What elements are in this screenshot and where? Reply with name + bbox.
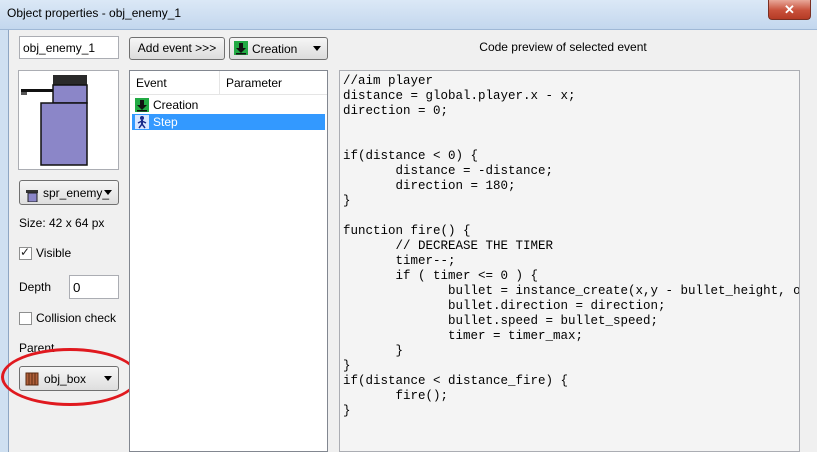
check-mark-icon: ✓ (20, 245, 31, 259)
creation-arrow-icon (135, 98, 149, 112)
enemy-sprite-image (21, 75, 88, 166)
event-row-step[interactable]: Step (132, 114, 325, 130)
event-list[interactable]: Event Parameter Creation Step (129, 70, 328, 452)
collision-checkbox[interactable] (19, 312, 32, 325)
event-row-label: Step (153, 115, 178, 129)
chevron-down-icon (313, 46, 321, 51)
creation-arrow-icon (234, 41, 248, 55)
event-type-dropdown[interactable]: Creation (229, 37, 328, 60)
chevron-down-icon (104, 376, 112, 381)
column-divider[interactable] (219, 71, 220, 95)
title-bar: Object properties - obj_enemy_1 ✕ (0, 0, 817, 30)
collision-label: Collision check (36, 311, 117, 325)
box-object-icon (25, 372, 39, 386)
code-preview-title: Code preview of selected event (479, 40, 647, 54)
sprite-dropdown[interactable]: spr_enemy_ (19, 180, 119, 205)
window-title: Object properties - obj_enemy_1 (7, 6, 182, 20)
event-row-creation[interactable]: Creation (132, 97, 325, 113)
parent-dropdown[interactable]: obj_box (19, 366, 119, 391)
dialog-client: spr_enemy_ Size: 42 x 64 px ✓ Visible De… (1, 30, 817, 452)
object-name-input[interactable] (19, 36, 119, 59)
depth-input[interactable] (69, 275, 119, 299)
column-header-parameter[interactable]: Parameter (226, 76, 282, 90)
sprite-dropdown-label: spr_enemy_ (43, 186, 110, 200)
step-walker-icon (135, 115, 149, 129)
add-event-button[interactable]: Add event >>> (129, 37, 225, 60)
sprite-size-text: Size: 42 x 64 px (19, 216, 105, 230)
sprite-icon (26, 190, 38, 202)
visible-label: Visible (36, 246, 72, 260)
column-header-event[interactable]: Event (136, 76, 167, 90)
code-text: //aim player distance = global.player.x … (343, 74, 800, 418)
event-list-header: Event Parameter (130, 71, 327, 95)
event-row-label: Creation (153, 98, 199, 112)
parent-dropdown-label: obj_box (44, 372, 87, 386)
chevron-down-icon (104, 190, 112, 195)
sprite-preview (18, 70, 119, 170)
depth-label: Depth (19, 280, 52, 294)
close-button[interactable]: ✕ (768, 0, 811, 20)
event-type-label: Creation (252, 42, 298, 56)
code-preview-area[interactable]: //aim player distance = global.player.x … (339, 70, 800, 452)
visible-checkbox[interactable]: ✓ (19, 245, 32, 260)
parent-label: Parent (19, 341, 55, 355)
